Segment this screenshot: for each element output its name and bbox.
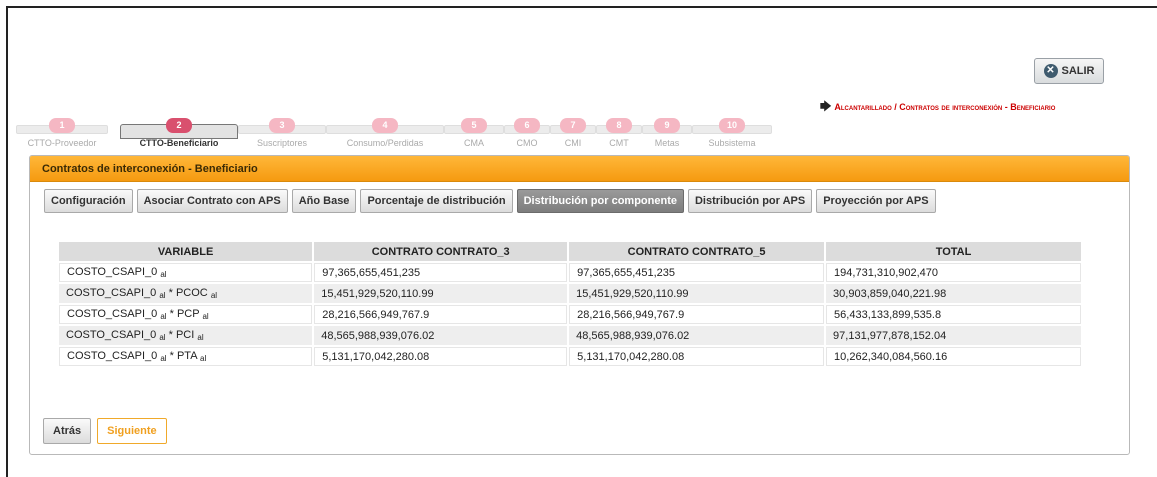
breadcrumb: 🡆 Alcantarillado / Contratos de intercone…: [820, 98, 1055, 117]
variable-suffix: * PCOC: [165, 287, 208, 299]
step-label: CMT: [609, 138, 629, 148]
variable-suffix-subscript: al: [197, 333, 204, 342]
step-number: 1: [49, 118, 75, 133]
cell-contrato-3: 5,131,170,042,280.08: [314, 347, 568, 366]
cell-variable: COSTO_CSAPI_0 al * PCOC al: [59, 284, 313, 303]
tab-bar: Configuración Asociar Contrato con APS A…: [44, 189, 936, 213]
variable-suffix-subscript: al: [200, 354, 207, 363]
step-label: Consumo/Perdidas: [346, 138, 424, 148]
step-number: 5: [461, 118, 487, 133]
step-number: 2: [166, 118, 192, 133]
back-button[interactable]: Atrás: [43, 418, 92, 444]
variable-base: COSTO_CSAPI_0: [66, 287, 157, 299]
cell-total: 56,433,133,899,535.8: [826, 305, 1081, 324]
table-row: COSTO_CSAPI_0 al 97,365,655,451,235 97,3…: [59, 263, 1081, 282]
variable-base: COSTO_CSAPI_0: [67, 350, 158, 362]
tab-asociar-contrato[interactable]: Asociar Contrato con APS: [136, 189, 288, 213]
tab-distribucion-componente[interactable]: Distribución por componente: [516, 189, 684, 213]
step-number: 10: [719, 118, 745, 133]
column-header-contrato-3: CONTRATO CONTRATO_3: [314, 242, 568, 261]
cell-variable: COSTO_CSAPI_0 al * PCI al: [59, 326, 313, 345]
tab-porcentaje-distribucion[interactable]: Porcentaje de distribución: [360, 189, 513, 213]
step-metas[interactable]: 9 Metas: [642, 114, 692, 152]
step-label: Suscriptores: [256, 138, 308, 148]
table-row: COSTO_CSAPI_0 al * PCP al 28,216,566,949…: [59, 305, 1081, 324]
column-header-contrato-5: CONTRATO CONTRATO_5: [569, 242, 825, 261]
step-cmo[interactable]: 6 CMO: [504, 114, 550, 152]
exit-label: SALIR: [1061, 65, 1095, 77]
step-label: Metas: [654, 138, 680, 148]
cell-contrato-5: 48,565,988,939,076.02: [569, 326, 825, 345]
tab-proyeccion-aps[interactable]: Proyección por APS: [816, 189, 936, 213]
tab-ano-base[interactable]: Año Base: [291, 189, 357, 213]
step-suscriptores[interactable]: 3 Suscriptores: [238, 114, 326, 152]
cell-contrato-3: 48,565,988,939,076.02: [314, 326, 568, 345]
step-label: CTTO-Proveedor: [27, 138, 97, 148]
step-label: CTTO-Beneficiario: [139, 138, 219, 148]
variable-base: COSTO_CSAPI_0: [66, 329, 157, 341]
cell-contrato-3: 15,451,929,520,110.99: [314, 284, 568, 303]
step-cmt[interactable]: 8 CMT: [596, 114, 642, 152]
cell-variable: COSTO_CSAPI_0 al: [59, 263, 313, 282]
variable-suffix: * PCI: [165, 329, 195, 341]
results-table: VARIABLE CONTRATO CONTRATO_3 CONTRATO CO…: [57, 240, 1083, 368]
exit-button[interactable]: ✕ SALIR: [1034, 58, 1104, 84]
variable-suffix-subscript: al: [202, 312, 209, 321]
step-number: 8: [606, 118, 632, 133]
step-number: 7: [560, 118, 586, 133]
cell-total: 10,262,340,084,560.16: [826, 347, 1081, 366]
step-cmi[interactable]: 7 CMI: [550, 114, 596, 152]
breadcrumb-text: Alcantarillado / Contratos de interconex…: [834, 102, 1056, 112]
cell-contrato-3: 28,216,566,949,767.9: [314, 305, 568, 324]
column-header-variable: VARIABLE: [59, 242, 313, 261]
main-panel: Contratos de interconexión - Beneficiari…: [29, 155, 1130, 455]
tab-configuracion[interactable]: Configuración: [44, 189, 133, 213]
table-header-row: VARIABLE CONTRATO CONTRATO_3 CONTRATO CO…: [59, 242, 1081, 261]
step-cma[interactable]: 5 CMA: [444, 114, 504, 152]
step-number: 9: [654, 118, 680, 133]
variable-subscript: al: [160, 270, 167, 279]
step-label: Subsistema: [708, 138, 756, 148]
next-button[interactable]: Siguiente: [97, 418, 167, 444]
step-label: CMO: [516, 138, 538, 148]
cell-total: 194,731,310,902,470: [826, 263, 1081, 282]
variable-suffix: * PTA: [166, 350, 197, 362]
cell-total: 97,131,977,878,152.04: [826, 326, 1081, 345]
cell-contrato-3: 97,365,655,451,235: [314, 263, 568, 282]
variable-base: COSTO_CSAPI_0: [67, 308, 158, 320]
step-subsistema[interactable]: 10 Subsistema: [692, 114, 772, 152]
step-label: CMA: [464, 138, 484, 148]
cell-variable: COSTO_CSAPI_0 al * PTA al: [59, 347, 313, 366]
step-label: CMI: [564, 138, 582, 148]
cell-contrato-5: 28,216,566,949,767.9: [569, 305, 825, 324]
step-number: 4: [372, 118, 398, 133]
table-row: COSTO_CSAPI_0 al * PCI al 48,565,988,939…: [59, 326, 1081, 345]
step-number: 3: [269, 118, 295, 133]
cell-contrato-5: 15,451,929,520,110.99: [569, 284, 825, 303]
variable-base: COSTO_CSAPI_0: [67, 266, 158, 278]
cell-variable: COSTO_CSAPI_0 al * PCP al: [59, 305, 313, 324]
table-row: COSTO_CSAPI_0 al * PTA al 5,131,170,042,…: [59, 347, 1081, 366]
variable-suffix: * PCP: [166, 308, 200, 320]
step-number: 6: [514, 118, 540, 133]
arrow-right-icon: 🡆: [820, 101, 832, 113]
step-consumo-perdidas[interactable]: 4 Consumo/Perdidas: [326, 114, 444, 152]
panel-title: Contratos de interconexión - Beneficiari…: [30, 156, 1129, 182]
table-row: COSTO_CSAPI_0 al * PCOC al 15,451,929,52…: [59, 284, 1081, 303]
footer-navigation: Atrás Siguiente: [43, 418, 167, 444]
wizard-steps: 1 CTTO-Proveedor 2 CTTO-Beneficiario 3 S…: [16, 114, 816, 152]
close-circle-icon: ✕: [1043, 64, 1058, 78]
variable-suffix-subscript: al: [210, 291, 218, 300]
column-header-total: TOTAL: [826, 242, 1081, 261]
cell-contrato-5: 5,131,170,042,280.08: [569, 347, 825, 366]
step-ctto-beneficiario[interactable]: 2 CTTO-Beneficiario: [120, 114, 238, 152]
cell-total: 30,903,859,040,221.98: [826, 284, 1081, 303]
step-ctto-proveedor[interactable]: 1 CTTO-Proveedor: [16, 114, 108, 152]
cell-contrato-5: 97,365,655,451,235: [569, 263, 825, 282]
tab-distribucion-aps[interactable]: Distribución por APS: [687, 189, 813, 213]
